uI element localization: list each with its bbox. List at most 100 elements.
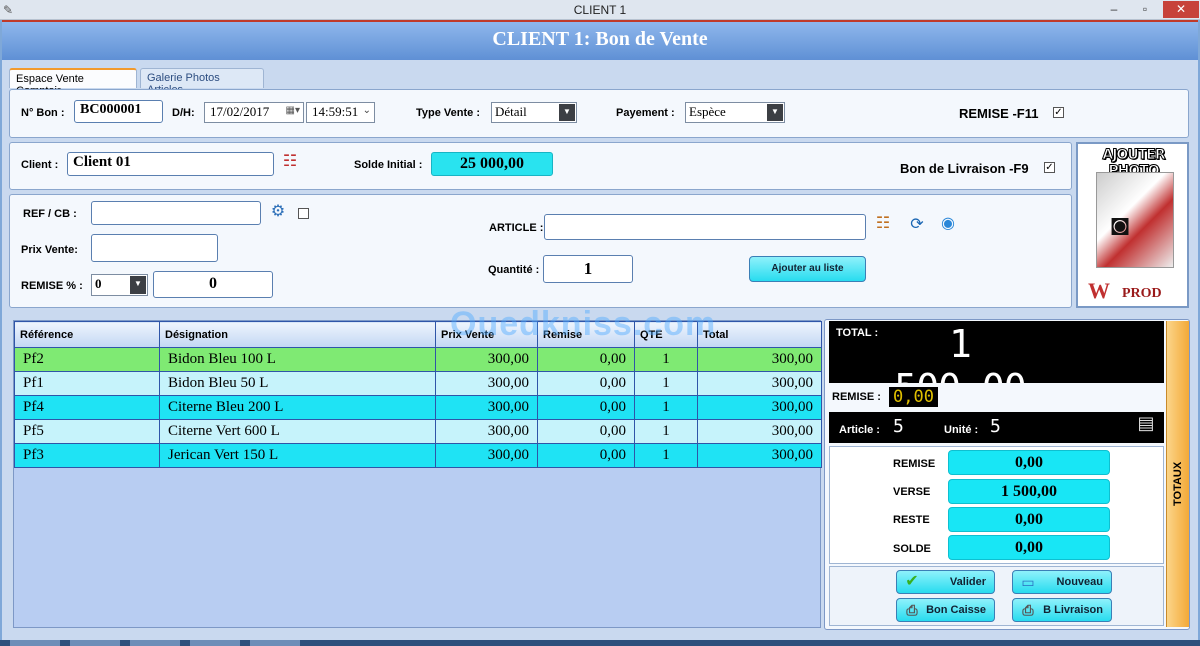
type-vente-value: Détail [495,104,527,119]
table-row[interactable]: Pf5 Citerne Vert 600 L 300,00 0,00 1 300… [14,419,822,444]
cell-designation: Bidon Bleu 100 L [159,347,436,372]
cell-total: 300,00 [697,371,822,396]
nouveau-button[interactable]: ▭ Nouveau [1012,570,1112,594]
article-label: ARTICLE : [489,222,544,234]
cell-remise: 0,00 [537,347,635,372]
summary-remise-label: REMISE [893,458,936,470]
checkmark-icon: ✔ [905,573,919,590]
minimize-icon[interactable]: – [1100,1,1128,18]
time-dropdown-icon[interactable]: ⌄ [363,105,371,116]
window-titlebar: ✎ CLIENT 1 – ▫ ✕ [0,0,1200,20]
summary-solde-label: SOLDE [893,543,931,555]
taskbar-item[interactable] [190,640,240,646]
barcode-search-icon[interactable]: ⚙ [268,203,288,223]
camera-icon: ◙ [1111,209,1130,242]
remise-pct-select-value: 0 [95,276,102,291]
cell-total: 300,00 [697,395,822,420]
cell-reference: Pf4 [14,395,160,420]
refresh-icon[interactable]: ⟳ [906,216,928,238]
new-document-icon: ▭ [1021,574,1035,590]
table-row[interactable]: Pf1 Bidon Bleu 50 L 300,00 0,00 1 300,00 [14,371,822,396]
article-count-label: Article : [839,424,880,436]
ref-cb-label: REF / CB : [23,208,77,220]
taskbar-item[interactable] [70,640,120,646]
col-designation[interactable]: Désignation [159,321,436,348]
calendar-icon[interactable]: ▦▾ [286,105,300,116]
taskbar-item[interactable] [250,640,300,646]
type-vente-label: Type Vente : [416,107,480,119]
solde-initial-value: 25 000,00 [431,152,553,176]
calculator-icon[interactable]: ▤ [1133,414,1159,438]
summary-verse-value[interactable]: 1 500,00 [948,479,1110,504]
table-row[interactable]: Pf2 Bidon Bleu 100 L 300,00 0,00 1 300,0… [14,347,822,372]
actions-panel [829,566,1164,626]
totaux-side-tab[interactable]: TOTAUX [1166,321,1189,627]
close-icon[interactable]: ✕ [1163,1,1199,18]
payement-select[interactable]: Espèce ▼ [685,102,785,123]
article-list-icon[interactable]: ☷ [871,215,895,237]
summary-verse-label: VERSE [893,486,931,498]
remise-pct-label: REMISE % : [21,280,83,292]
totaux-label: TOTAUX [1172,461,1184,506]
prix-vente-input[interactable] [91,234,218,262]
maximize-icon[interactable]: ▫ [1131,1,1159,18]
cell-designation: Citerne Vert 600 L [159,419,436,444]
cell-reference: Pf5 [14,419,160,444]
solde-initial-label: Solde Initial : [354,159,423,171]
cell-reference: Pf2 [14,347,160,372]
summary-reste-label: RESTE [893,514,930,526]
cell-qte: 1 [634,371,698,396]
cell-designation: Bidon Bleu 50 L [159,371,436,396]
add-photo-caption: PROD [1122,286,1162,301]
brand-logo-icon: W [1088,278,1110,303]
client-field[interactable]: Client 01 [67,152,274,176]
cell-total: 300,00 [697,419,822,444]
page-title: CLIENT 1: Bon de Vente [492,28,708,50]
quantite-input[interactable]: 1 [543,255,633,283]
remise-amount-field[interactable]: 0 [153,271,273,298]
cell-designation: Citerne Bleu 200 L [159,395,436,420]
remise-f11-checkbox[interactable]: ✓ [1053,107,1064,118]
cell-qte: 1 [634,443,698,468]
camera-logo-image: ◙ [1096,172,1174,268]
time-value: 14:59:51 [312,104,359,119]
cell-prix: 300,00 [435,395,538,420]
bon-livraison-checkbox[interactable]: ✓ [1044,162,1055,173]
client-list-icon[interactable]: ☷ [278,153,302,175]
date-picker[interactable]: 17/02/2017 ▦▾ [204,102,304,123]
b-livraison-button[interactable]: ⎙ B Livraison [1012,598,1112,622]
printer-icon: ⎙ [906,602,918,618]
bon-caisse-button[interactable]: ⎙ Bon Caisse [896,598,995,622]
bon-number-field[interactable]: BC000001 [74,100,163,123]
time-picker[interactable]: 14:59:51 ⌄ [306,102,375,123]
add-photo-box[interactable]: AJOUTER PHOTO ◙ W PROD [1076,142,1189,308]
ref-cb-checkbox[interactable] [298,208,309,219]
date-value: 17/02/2017 [210,104,270,119]
taskbar-item[interactable] [130,640,180,646]
payement-value: Espèce [689,104,726,119]
payement-label: Payement : [616,107,675,119]
total-remise-label: REMISE : [832,391,881,403]
cell-reference: Pf3 [14,443,160,468]
total-remise-value: 0,00 [889,387,938,407]
add-to-list-button[interactable]: Ajouter au liste [749,256,866,282]
tab-espace-vente[interactable]: Espace Vente Comptoir [9,68,137,97]
search-globe-icon[interactable]: ◉ [936,215,960,239]
table-row[interactable]: Pf3 Jerican Vert 150 L 300,00 0,00 1 300… [14,443,822,468]
remise-pct-select[interactable]: 0 ▼ [91,274,148,296]
tab-galerie-photos[interactable]: Galerie Photos Articles [140,68,264,96]
ref-cb-input[interactable] [91,201,261,225]
type-vente-select[interactable]: Détail ▼ [491,102,577,123]
summary-reste-value: 0,00 [948,507,1110,532]
article-input[interactable] [544,214,866,240]
cell-prix: 300,00 [435,443,538,468]
cell-reference: Pf1 [14,371,160,396]
table-row[interactable]: Pf4 Citerne Bleu 200 L 300,00 0,00 1 300… [14,395,822,420]
dh-label: D/H: [172,107,195,119]
printer-icon: ⎙ [1022,602,1034,618]
col-reference[interactable]: Référence [14,321,160,348]
taskbar-item[interactable] [10,640,60,646]
remise-f11-label: REMISE -F11 [959,106,1039,121]
valider-button[interactable]: ✔ Valider [896,570,995,594]
cell-qte: 1 [634,419,698,444]
